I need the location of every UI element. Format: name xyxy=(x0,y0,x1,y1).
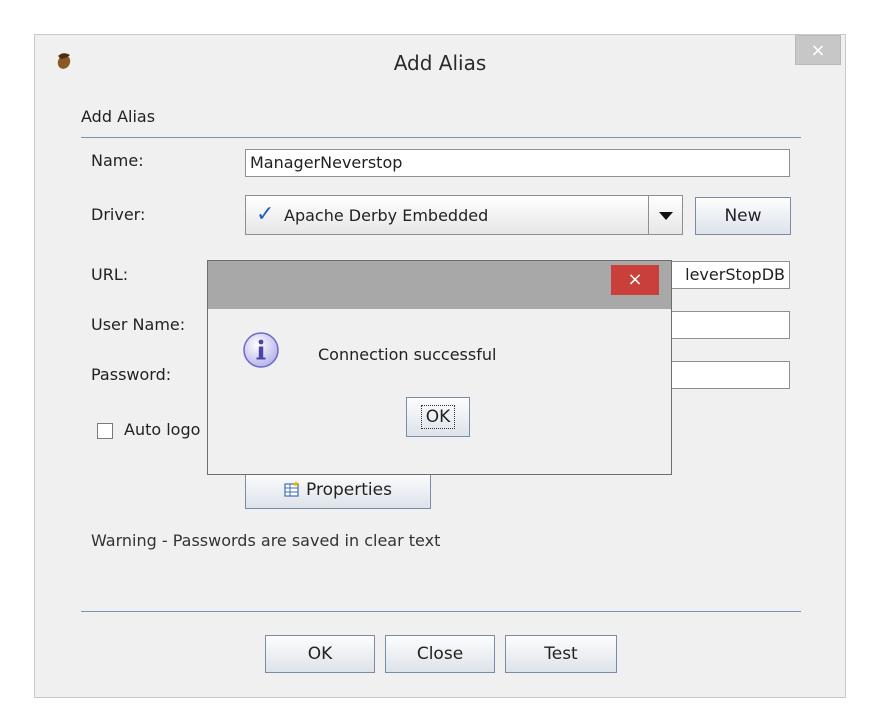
ok-button[interactable]: OK xyxy=(265,635,375,673)
add-alias-window: Add Alias × Add Alias Name: ManagerNever… xyxy=(34,34,846,698)
properties-button-label: Properties xyxy=(306,480,392,500)
url-label: URL: xyxy=(91,265,129,284)
name-label: Name: xyxy=(91,151,144,170)
window-titlebar: Add Alias × xyxy=(35,35,845,91)
window-title: Add Alias xyxy=(393,51,487,75)
password-warning: Warning - Passwords are saved in clear t… xyxy=(91,531,441,550)
panel-top-divider xyxy=(81,137,801,138)
chevron-down-icon[interactable] xyxy=(648,196,682,234)
dialog-titlebar: × xyxy=(208,261,671,309)
checkmark-icon: ✓ xyxy=(256,202,275,227)
driver-select[interactable]: ✓ Apache Derby Embedded xyxy=(245,195,683,235)
driver-label: Driver: xyxy=(91,205,146,224)
dialog-ok-button[interactable]: OK xyxy=(406,397,470,437)
driver-selected-value: Apache Derby Embedded xyxy=(284,206,489,225)
info-icon xyxy=(243,332,279,368)
table-properties-icon xyxy=(284,481,300,497)
auto-logon-label: Auto logo xyxy=(124,420,201,439)
test-button[interactable]: Test xyxy=(505,635,617,673)
panel-bottom-divider xyxy=(81,611,801,612)
new-driver-button[interactable]: New xyxy=(695,197,791,235)
connection-dialog: × Connection successful OK xyxy=(207,260,672,475)
partial-top-text xyxy=(0,0,200,8)
name-input[interactable]: ManagerNeverstop xyxy=(245,149,790,177)
auto-logon-checkbox[interactable] xyxy=(97,423,113,439)
panel-title: Add Alias xyxy=(81,107,156,126)
password-label: Password: xyxy=(91,365,172,384)
dialog-ok-label: OK xyxy=(421,405,455,429)
close-button[interactable]: Close xyxy=(385,635,495,673)
dialog-close-button[interactable]: × xyxy=(611,265,659,295)
dialog-body xyxy=(222,311,658,461)
properties-button[interactable]: Properties xyxy=(245,471,431,509)
username-label: User Name: xyxy=(91,315,186,334)
window-close-button[interactable]: × xyxy=(795,35,841,65)
dialog-message: Connection successful xyxy=(318,345,497,364)
